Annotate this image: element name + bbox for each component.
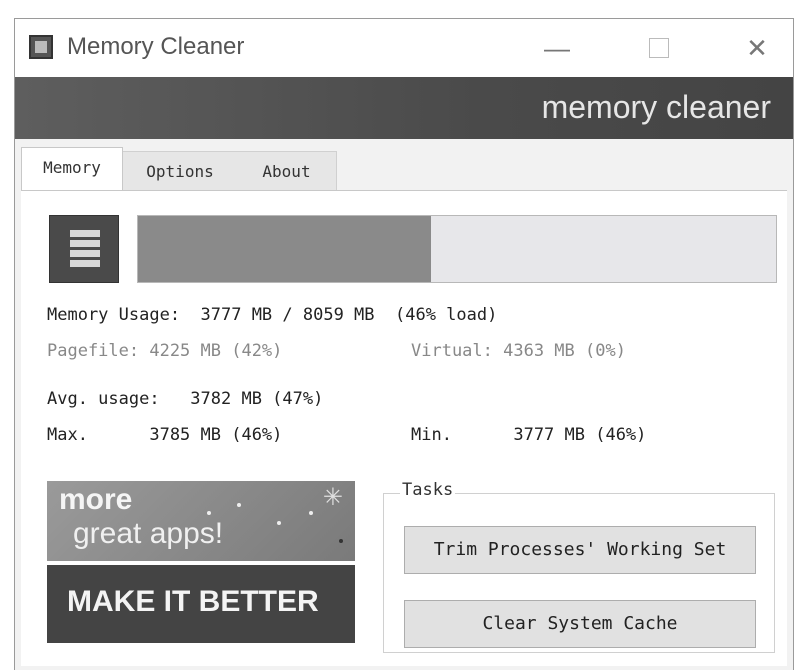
banner-title: memory cleaner	[541, 89, 771, 125]
make-it-better-text: MAKE IT BETTER	[67, 585, 319, 618]
more-apps-banner[interactable]: more great apps! ✳	[47, 481, 355, 561]
memory-panel: Memory Usage: 3777 MB / 8059 MB (46% loa…	[21, 190, 787, 666]
close-button[interactable]: ✕	[727, 29, 787, 67]
tab-about[interactable]: About	[237, 151, 337, 191]
memory-chip-icon	[49, 215, 119, 283]
memory-load-bar	[137, 215, 777, 283]
header-banner: memory cleaner	[15, 77, 793, 139]
app-icon	[29, 35, 53, 59]
promo-line-1: more	[59, 483, 133, 516]
average-usage-text: Avg. usage: 3782 MB (47%)	[47, 389, 324, 409]
app-window: Memory Cleaner — ✕ memory cleaner Memory…	[14, 18, 794, 670]
tab-options[interactable]: Options	[123, 151, 237, 191]
memory-usage-text: Memory Usage: 3777 MB / 8059 MB (46% loa…	[47, 305, 498, 325]
min-usage-text: Min. 3777 MB (46%)	[411, 425, 647, 445]
trim-working-set-button[interactable]: Trim Processes' Working Set	[404, 526, 756, 574]
maximize-icon	[649, 38, 669, 58]
tab-memory[interactable]: Memory	[21, 147, 123, 191]
minimize-button[interactable]: —	[527, 29, 587, 67]
tasks-legend: Tasks	[400, 480, 456, 500]
virtual-text: Virtual: 4363 MB (0%)	[411, 341, 626, 361]
pagefile-text: Pagefile: 4225 MB (42%)	[47, 341, 283, 361]
sparkle-icon: ✳	[322, 484, 343, 511]
promo-line-2: great apps!	[73, 517, 224, 550]
tasks-group: Tasks Trim Processes' Working Set Clear …	[383, 480, 775, 653]
clear-system-cache-button[interactable]: Clear System Cache	[404, 600, 756, 648]
maximize-button[interactable]	[629, 29, 689, 67]
window-title: Memory Cleaner	[67, 33, 245, 60]
title-bar[interactable]: Memory Cleaner — ✕	[15, 19, 793, 77]
max-usage-text: Max. 3785 MB (46%)	[47, 425, 283, 445]
tab-strip: Memory Options About	[15, 147, 793, 191]
make-it-better-banner[interactable]: MAKE IT BETTER	[47, 565, 355, 643]
memory-load-fill	[138, 216, 432, 282]
